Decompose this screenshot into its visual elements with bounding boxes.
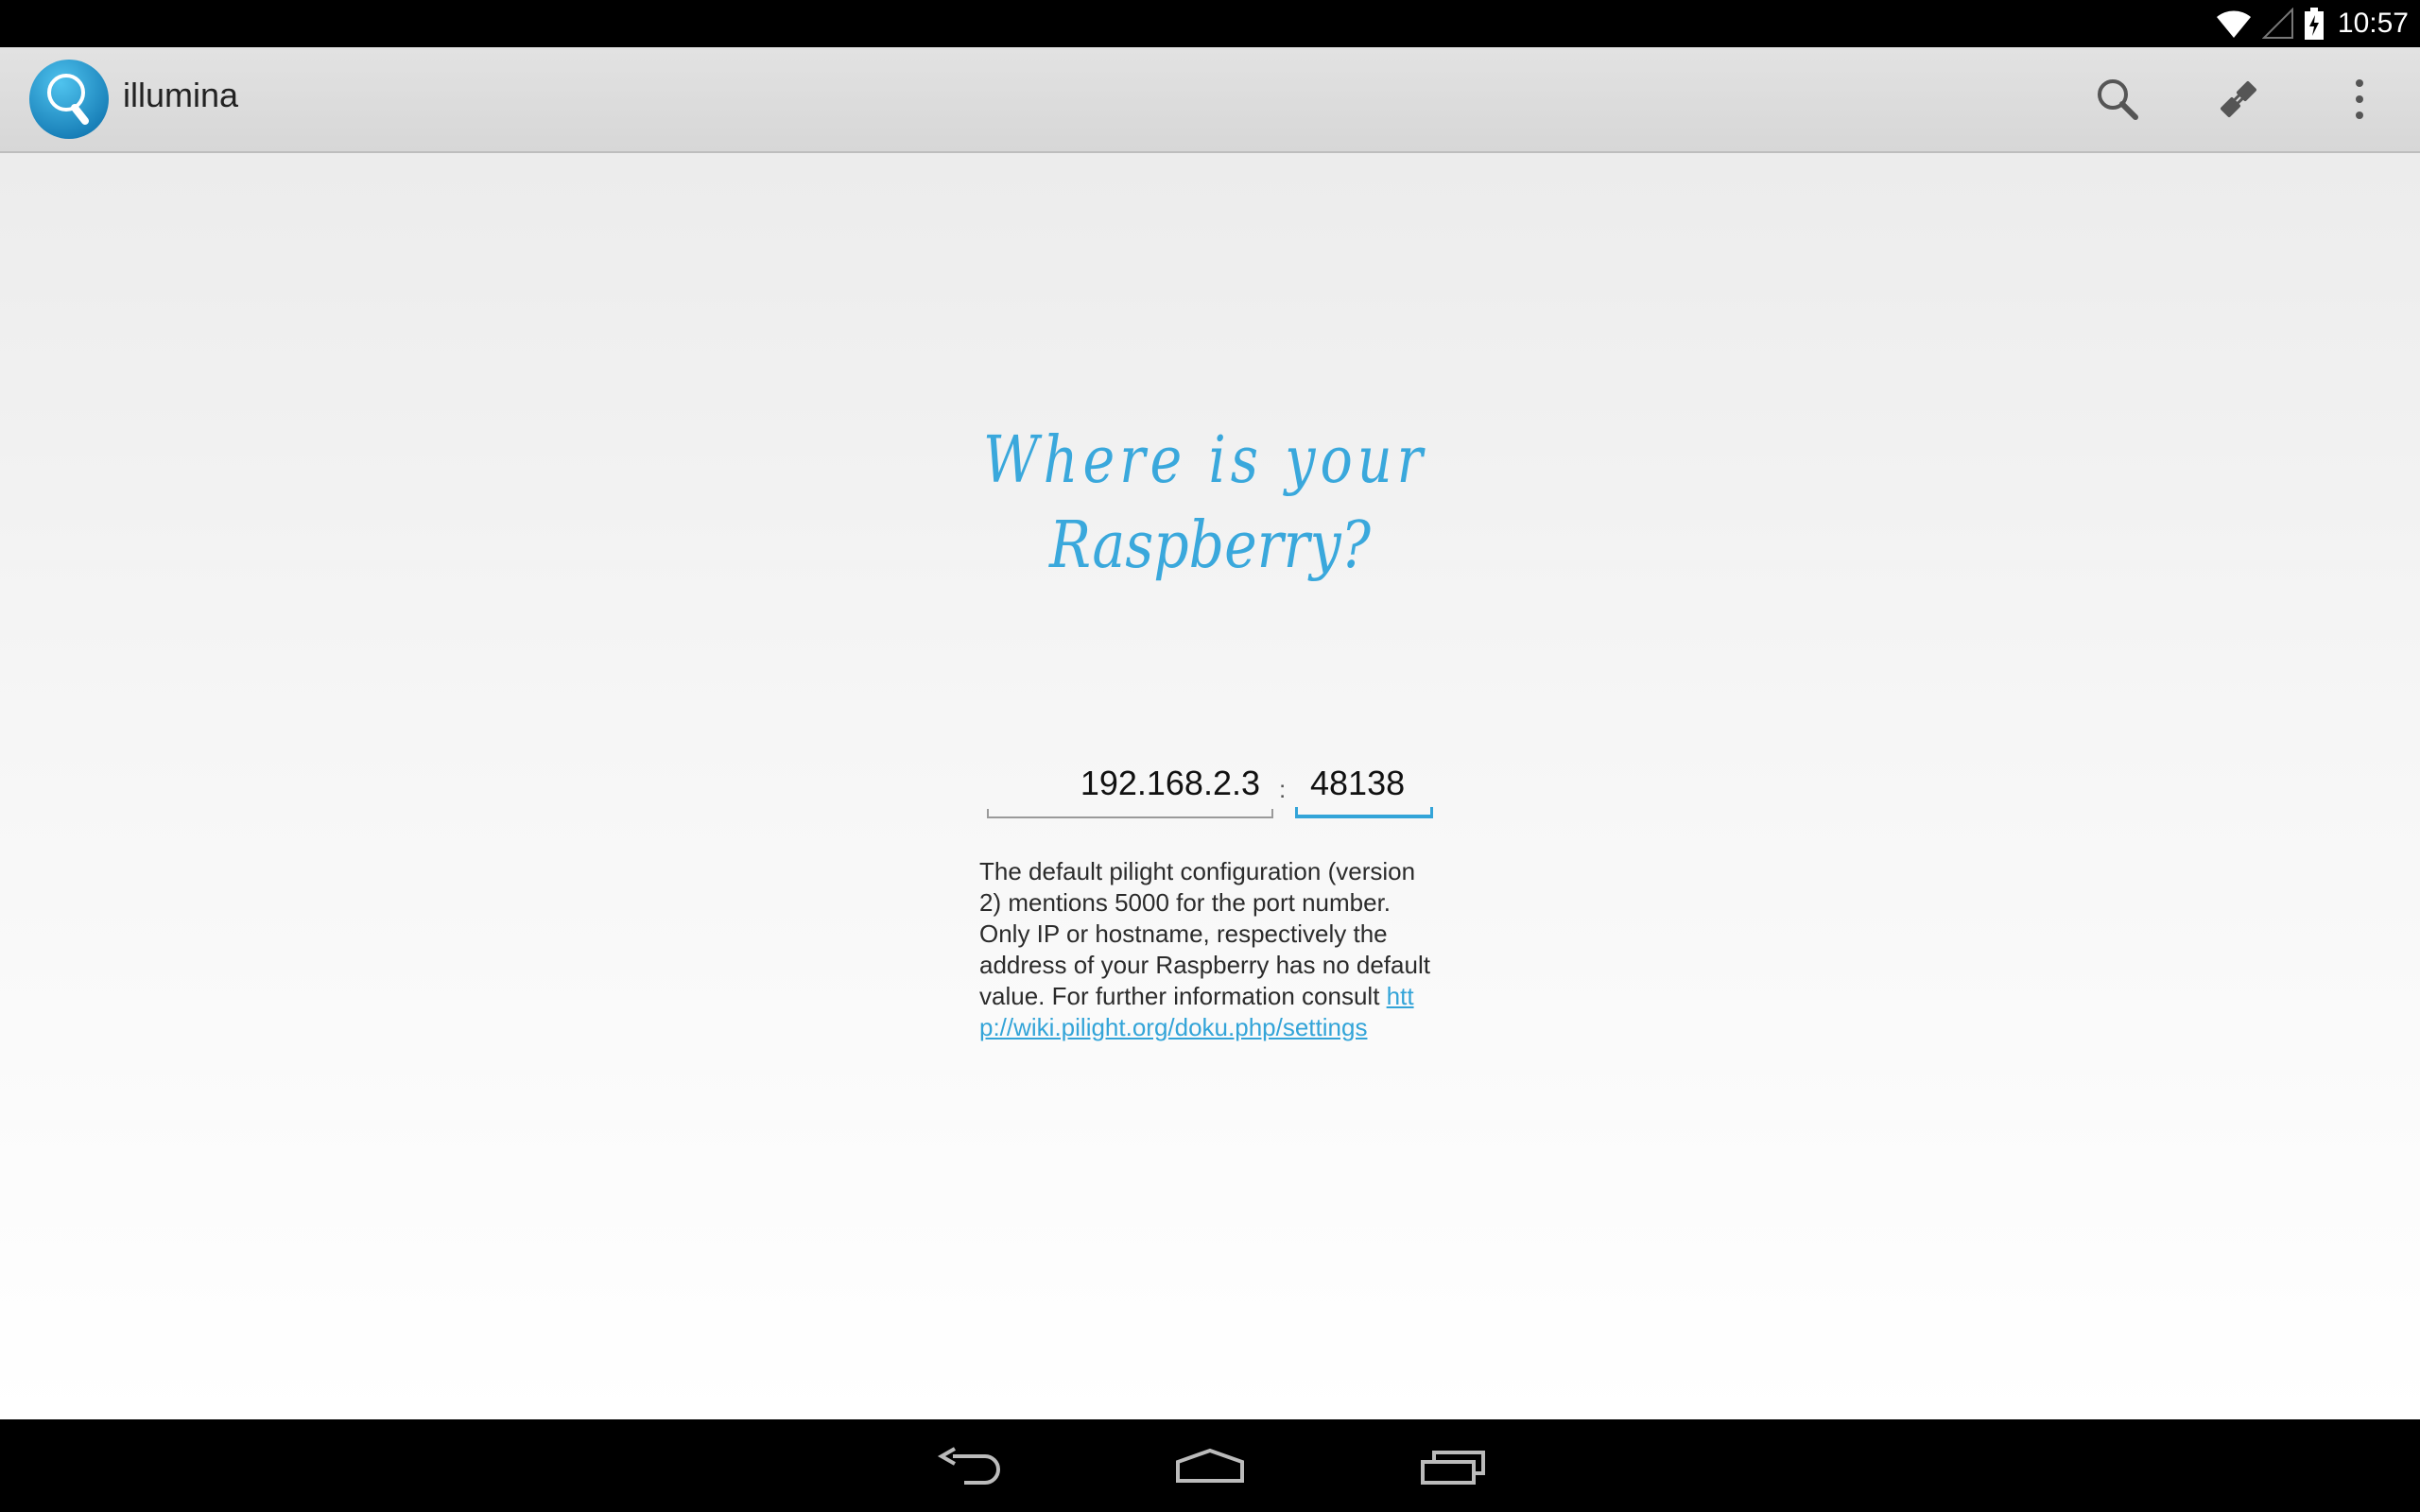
- status-icons: 10:57: [2215, 0, 2409, 47]
- host-input[interactable]: [987, 756, 1273, 816]
- status-time: 10:57: [2337, 8, 2409, 39]
- search-icon: [2098, 79, 2138, 120]
- host-input-underline: [987, 809, 1273, 818]
- battery-charging-icon: [2304, 8, 2324, 40]
- host-port-separator: :: [1279, 775, 1287, 803]
- back-button[interactable]: [917, 1433, 1021, 1499]
- plug-icon: [2221, 81, 2256, 117]
- heading-line-2: Raspberry?: [1047, 508, 1371, 583]
- navigation-bar: [0, 1419, 2420, 1512]
- handwritten-heading: Where is your Raspberry?: [983, 423, 1427, 583]
- connect-button[interactable]: [2201, 66, 2276, 132]
- signal-icon: [2261, 8, 2293, 39]
- lightbulb-icon[interactable]: [28, 59, 110, 140]
- help-text-body: The default pilight configuration (versi…: [979, 857, 1430, 1010]
- search-button[interactable]: [2080, 66, 2155, 132]
- more-vert-icon: [2356, 79, 2363, 119]
- wifi-icon: [2216, 10, 2251, 38]
- overflow-menu-button[interactable]: [2322, 66, 2397, 132]
- home-button[interactable]: [1158, 1433, 1262, 1499]
- status-bar: 10:57: [0, 0, 2420, 47]
- app-title: illumina: [123, 76, 239, 114]
- heading-line-1: Where is your: [983, 423, 1427, 498]
- recents-icon: [1421, 1451, 1485, 1485]
- port-input-underline: [1295, 807, 1433, 818]
- back-icon: [937, 1447, 1000, 1485]
- recents-button[interactable]: [1401, 1433, 1505, 1499]
- home-icon: [1176, 1448, 1244, 1483]
- action-bar: illumina: [0, 47, 2420, 153]
- help-text: The default pilight configuration (versi…: [979, 856, 1443, 1043]
